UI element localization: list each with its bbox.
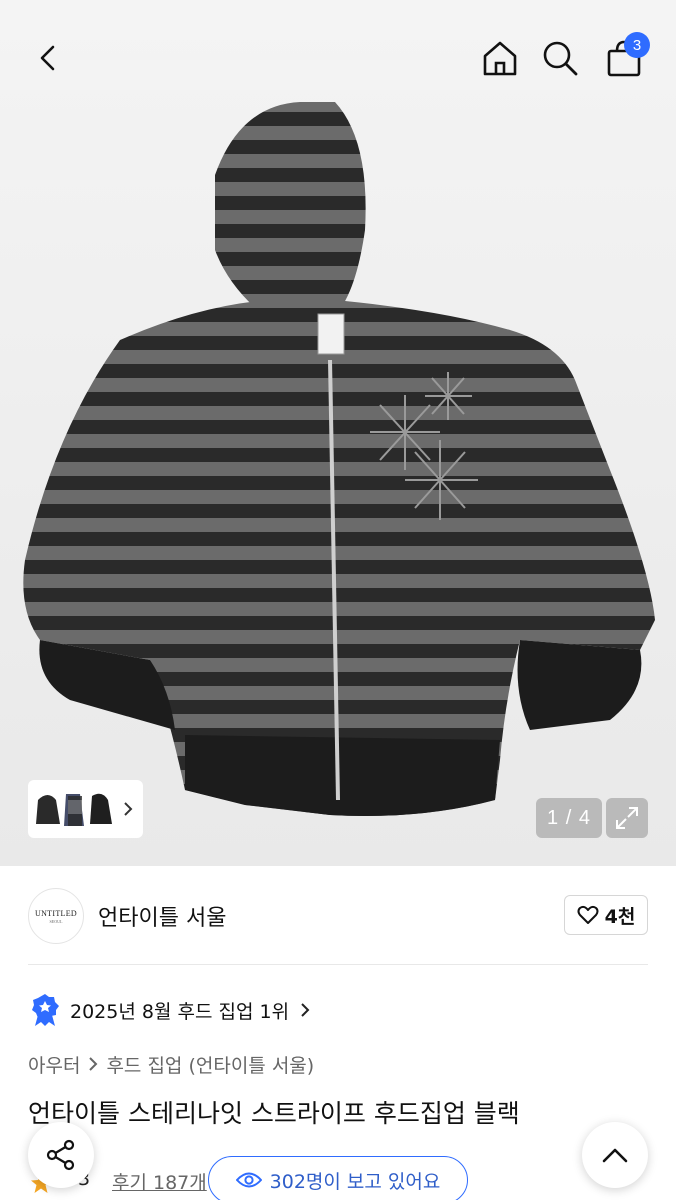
eye-icon (235, 1172, 262, 1188)
chevron-up-icon (602, 1148, 628, 1163)
chevron-right-icon (124, 802, 133, 816)
chevron-right-icon (88, 1056, 98, 1072)
expand-image-button[interactable] (606, 798, 648, 838)
thumbnail-images (36, 793, 112, 826)
search-button[interactable] (534, 32, 586, 84)
like-count: 4천 (604, 905, 636, 928)
chevron-right-icon (301, 1003, 310, 1017)
home-icon (483, 41, 517, 76)
viewers-badge[interactable]: 302명이 보고 있어요 (208, 1156, 468, 1200)
brand-logo-text: UNTITLED (35, 908, 77, 918)
brand-logo-subtext: SEOUL (49, 918, 63, 924)
bottom-bar: 3 후기 187개 302명이 보고 있어요 (0, 1122, 676, 1200)
rank-badge-icon (32, 994, 59, 1026)
brand-row: UNTITLED SEOUL 언타이틀 서울 4천 (28, 886, 648, 946)
like-button[interactable]: 4천 (564, 895, 648, 935)
image-page-indicator: 1 / 4 (536, 798, 602, 838)
section-divider (28, 964, 648, 965)
share-button[interactable] (28, 1122, 94, 1188)
brand-name-link[interactable]: 언타이틀 서울 (98, 900, 226, 932)
breadcrumb-item-hood-zipup[interactable]: 후드 집업 (언타이틀 서울) (106, 1051, 314, 1078)
product-image-gallery[interactable]: 3 1 / 4 (0, 0, 676, 866)
viewers-count-text: 302명이 보고 있어요 (269, 1170, 441, 1193)
cart-button[interactable]: 3 (598, 32, 650, 84)
reviews-link[interactable]: 후기 187개 (112, 1168, 207, 1195)
heart-icon (577, 905, 599, 924)
share-icon (46, 1139, 75, 1171)
ranking-text: 2025년 8월 후드 집업 1위 (70, 1000, 290, 1023)
breadcrumb-item-outer[interactable]: 아우터 (28, 1051, 80, 1078)
ranking-link[interactable]: 2025년 8월 후드 집업 1위 (30, 992, 311, 1028)
chevron-left-icon (40, 45, 55, 71)
category-breadcrumb: 아우터 후드 집업 (언타이틀 서울) (28, 1050, 314, 1078)
back-button[interactable] (22, 32, 74, 84)
scroll-to-top-button[interactable] (582, 1122, 648, 1188)
thumbnail-strip[interactable] (28, 780, 143, 838)
expand-icon (616, 807, 638, 829)
product-photo-hoodie (23, 102, 655, 816)
home-button[interactable] (474, 32, 526, 84)
cart-count-badge: 3 (624, 32, 650, 58)
search-icon (543, 41, 578, 76)
top-navigation-bar: 3 (0, 0, 676, 110)
brand-logo[interactable]: UNTITLED SEOUL (28, 888, 84, 944)
product-title: 언타이틀 스테리나잇 스트라이프 후드집업 블랙 (28, 1099, 520, 1128)
